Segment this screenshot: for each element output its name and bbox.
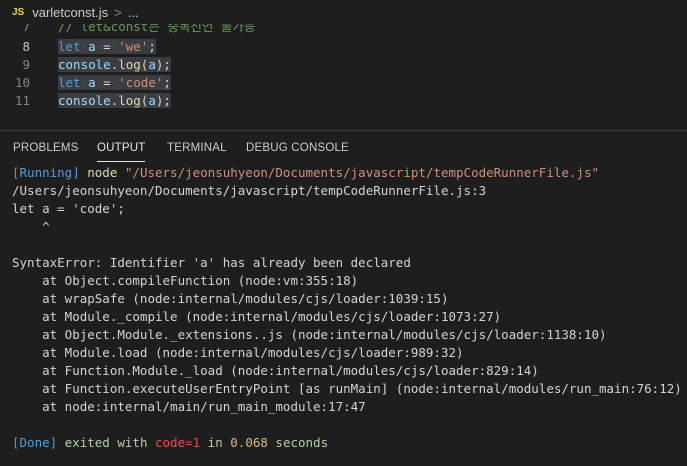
- code-token: a: [88, 39, 96, 54]
- code-token: let: [58, 75, 81, 90]
- output-segment: at Object.Module._extensions..js (node:i…: [12, 327, 607, 342]
- code-token: a: [88, 75, 96, 90]
- code-text: let·a·=·'code';: [58, 74, 171, 92]
- output-segment: let a = 'code';: [12, 201, 125, 216]
- code-line[interactable]: 8 let·a·=·'we';: [0, 38, 687, 56]
- output-segment: in: [200, 435, 231, 450]
- output-segment: node: [79, 165, 125, 180]
- breadcrumb: JS varletconst.js > ...: [0, 0, 687, 24]
- output-segment: SyntaxError: Identifier 'a' has already …: [12, 255, 411, 270]
- line-number: 8: [22, 39, 30, 54]
- output-segment: [Done]: [12, 435, 58, 450]
- breadcrumb-more[interactable]: ...: [128, 5, 139, 20]
- output-line: at Function.Module._load (node:internal/…: [12, 362, 539, 380]
- output-line: at Object.Module._extensions..js (node:i…: [12, 326, 607, 344]
- code-token: let: [58, 39, 81, 54]
- code-line[interactable]: 10 let·a·=·'code';: [0, 74, 687, 92]
- code-token: ;: [148, 39, 156, 54]
- code-token: log: [118, 57, 141, 72]
- output-segment: at Function.executeUserEntryPoint [as ru…: [12, 381, 682, 396]
- output-segment: at Function.Module._load (node:internal/…: [12, 363, 539, 378]
- code-text: console.log(a);: [58, 92, 171, 110]
- output-line: at node:internal/main/run_main_module:17…: [12, 398, 366, 416]
- output-line: /Users/jeonsuhyeon/Documents/javascript/…: [12, 182, 486, 200]
- code-token: 'code': [118, 75, 164, 90]
- panel-tabs: PROBLEMS OUTPUT TERMINAL DEBUG CONSOLE: [0, 132, 687, 164]
- tab-output[interactable]: OUTPUT: [97, 142, 145, 154]
- code-token: a: [148, 93, 156, 108]
- code-editor[interactable]: 7// let&const는 중복선언 불가능 8 let·a·=·'we'; 9 co…: [0, 24, 687, 130]
- output-line: at Module._compile (node:internal/module…: [12, 308, 501, 326]
- output-segment: ^: [12, 219, 50, 234]
- output-line: at wrapSafe (node:internal/modules/cjs/l…: [12, 290, 449, 308]
- javascript-file-icon: JS: [12, 6, 25, 18]
- tab-debug-console[interactable]: DEBUG CONSOLE: [246, 142, 349, 154]
- code-token: 'we': [118, 39, 149, 54]
- panel-divider: [0, 130, 687, 131]
- code-token: =: [103, 39, 111, 54]
- output-segment: at Module.load (node:internal/modules/cj…: [12, 345, 464, 360]
- output-line: at Module.load (node:internal/modules/cj…: [12, 344, 464, 362]
- output-segment: "/Users/jeonsuhyeon/Documents/javascript…: [124, 165, 600, 180]
- output-line: let a = 'code';: [12, 200, 125, 218]
- code-token: // let&const는 중복선언 불가능: [58, 24, 256, 34]
- output-segment: code=1: [155, 435, 201, 450]
- output-line: [Done] exited with code=1 in 0.068 secon…: [12, 434, 328, 452]
- code-token: );: [155, 57, 171, 72]
- chevron-right-icon: >: [114, 4, 122, 20]
- code-text: let·a·=·'we';: [58, 38, 156, 56]
- code-line[interactable]: 9 console.log(a);: [0, 56, 687, 74]
- code-token: ·: [80, 75, 89, 90]
- code-token: ;: [163, 75, 171, 90]
- tab-problems[interactable]: PROBLEMS: [13, 142, 79, 154]
- output-segment: at Module._compile (node:internal/module…: [12, 309, 502, 324]
- line-number: 7: [22, 24, 30, 34]
- code-text: // let&const는 중복선언 불가능: [58, 24, 255, 36]
- active-tab-indicator: [97, 161, 145, 162]
- code-line[interactable]: 7 // let&const는 중복선언 불가능: [0, 24, 687, 36]
- line-number: 10: [14, 75, 30, 90]
- line-number: 11: [14, 93, 30, 108]
- line-number: 9: [22, 57, 30, 72]
- output-line: at Function.executeUserEntryPoint [as ru…: [12, 380, 682, 398]
- code-line[interactable]: 11 console.log(a);: [0, 92, 687, 110]
- output-segment: at Object.compileFunction (node:vm:355:1…: [12, 273, 359, 288]
- output-line: SyntaxError: Identifier 'a' has already …: [12, 254, 411, 272]
- code-token: =: [103, 75, 111, 90]
- output-segment: [Running]: [12, 165, 80, 180]
- output-panel[interactable]: [Running] node "/Users/jeonsuhyeon/Docum…: [0, 164, 687, 466]
- code-text: console.log(a);: [58, 56, 171, 74]
- tab-terminal[interactable]: TERMINAL: [167, 142, 227, 154]
- output-line: ^: [12, 218, 50, 236]
- output-segment: at node:internal/main/run_main_module:17…: [12, 399, 366, 414]
- output-segment: at wrapSafe (node:internal/modules/cjs/l…: [12, 291, 449, 306]
- output-line: [Running] node "/Users/jeonsuhyeon/Docum…: [12, 164, 599, 182]
- output-segment: 0.068: [230, 435, 268, 450]
- output-line: at Object.compileFunction (node:vm:355:1…: [12, 272, 358, 290]
- code-token: );: [155, 93, 171, 108]
- code-token: ·: [80, 39, 89, 54]
- code-token: console: [58, 93, 111, 108]
- output-segment: exited with: [57, 435, 155, 450]
- code-token: a: [148, 57, 156, 72]
- breadcrumb-filename[interactable]: varletconst.js: [32, 5, 108, 20]
- code-token: log: [118, 93, 141, 108]
- code-token: console: [58, 57, 111, 72]
- output-segment: /Users/jeonsuhyeon/Documents/javascript/…: [12, 183, 487, 198]
- output-segment: seconds: [267, 435, 329, 450]
